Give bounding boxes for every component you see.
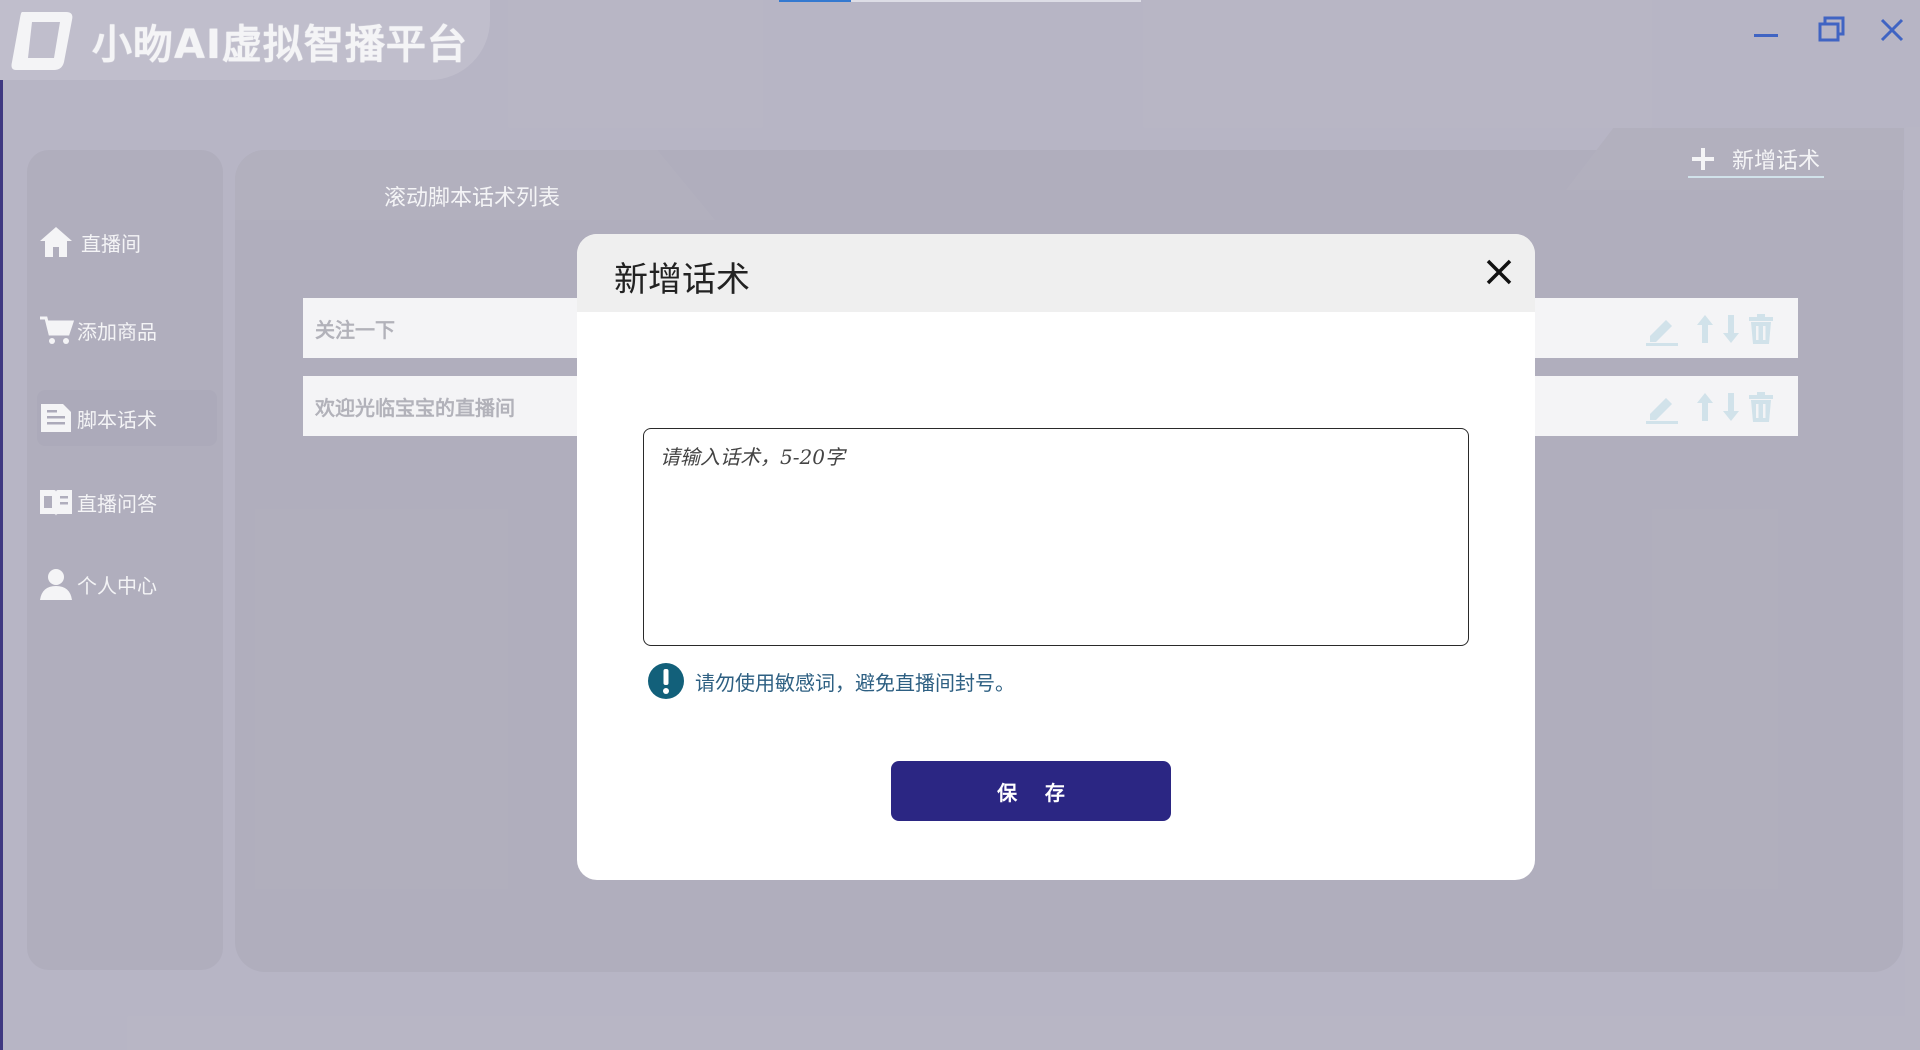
warning-icon (648, 663, 684, 699)
warning-text: 请勿使用敏感词，避免直播间封号。 (695, 670, 1015, 695)
script-textarea[interactable] (643, 428, 1469, 646)
add-script-modal: 新增话术 请勿使用敏感词，避免直播间封号。 保 存 (577, 234, 1535, 880)
modal-title: 新增话术 (614, 260, 750, 300)
modal-header: 新增话术 (577, 234, 1535, 312)
close-icon[interactable] (1479, 252, 1519, 292)
save-button[interactable]: 保 存 (891, 761, 1171, 821)
warning-message: 请勿使用敏感词，避免直播间封号。 (647, 662, 1015, 700)
